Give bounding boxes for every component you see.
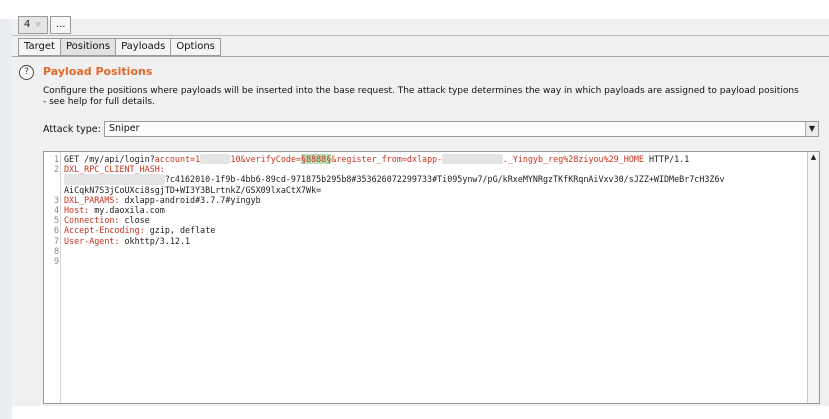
request-line-8: 8 [44, 246, 807, 256]
param-verify-code: 10&verifyCode= [230, 154, 302, 164]
line-number [44, 174, 61, 184]
tab-number-label: 4 [24, 19, 31, 30]
subtab-underline [12, 56, 829, 57]
section-description: Configure the positions where payloads w… [43, 86, 823, 108]
line-content: DXL_RPC_CLIENT_HASH: [61, 164, 165, 174]
intruder-tab-4[interactable]: 4 × [18, 16, 48, 34]
vertical-scrollbar[interactable]: ▲ [807, 152, 819, 403]
help-icon[interactable]: ? [19, 65, 34, 80]
http-version: HTTP/1.1 [643, 154, 690, 164]
intruder-tab-strip: 4 × ... [18, 16, 72, 34]
request-line-3: 3 DXL_PARAMS: dxlapp-android#3.7.7#yingy… [44, 195, 807, 205]
request-line-1: 1 GET /my/api/login?account=1██████10&ve… [44, 154, 807, 165]
tab-positions[interactable]: Positions [59, 38, 116, 56]
param-account: account=1 [154, 154, 201, 164]
line-content: ████████████████████?c4162010-1f9b-4bb6-… [61, 174, 725, 185]
left-strip [0, 19, 12, 419]
section-title: Payload Positions [43, 65, 153, 78]
request-editor[interactable]: 1 GET /my/api/login?account=1██████10&ve… [43, 151, 820, 404]
close-icon[interactable]: × [34, 17, 42, 33]
header-value: dxlapp-android#3.7.7#yingyb [119, 194, 261, 205]
header-name: DXL_RPC_CLIENT_HASH: [64, 164, 165, 175]
header-name: Connection: [64, 215, 120, 226]
header-name: Host: [64, 204, 90, 215]
header-value: my.daoxila.com [89, 204, 165, 215]
request-line-6: 6 Accept-Encoding: gzip, deflate [44, 225, 807, 235]
subtab-bar: Target Positions Payloads Options [18, 38, 221, 56]
line-content: Host: my.daoxila.com [61, 205, 165, 215]
description-line-1: Configure the positions where payloads w… [43, 86, 799, 96]
redacted-text: ██████ [200, 154, 231, 165]
line-number: 4 [53, 204, 59, 215]
line-content: GET /my/api/login?account=1██████10&veri… [61, 154, 690, 165]
line-number: 1 [53, 154, 59, 164]
attack-type-select[interactable]: Sniper ▼ [104, 121, 819, 137]
header-value: AiCqkN7S3jCoUXci8sgjTD+WI3Y3BLrtnkZ/GSX0… [64, 184, 322, 195]
top-bar [0, 0, 829, 19]
tab-target[interactable]: Target [18, 38, 60, 56]
param-register-from: &register_from=dxlapp- [331, 154, 443, 164]
request-line-2-cont-2: AiCqkN7S3jCoUXci8sgjTD+WI3Y3BLrtnkZ/GSX0… [44, 185, 807, 195]
param-register-suffix: ._Yingyb_reg%28ziyou%29_HOME [502, 154, 644, 164]
description-line-2: - see help for full details. [43, 97, 155, 107]
header-name: User-Agent: [64, 235, 120, 246]
bottom-strip [12, 406, 829, 419]
line-content: User-Agent: okhttp/3.12.1 [61, 236, 190, 246]
tab-options[interactable]: Options [170, 38, 221, 56]
request-line-2: 2 DXL_RPC_CLIENT_HASH: [44, 164, 807, 174]
line-number: 6 [53, 225, 59, 236]
request-line-4: 4 Host: my.daoxila.com [44, 205, 807, 215]
line-content [61, 256, 64, 266]
line-number: 3 [53, 194, 59, 205]
more-tabs-button[interactable]: ... [49, 16, 72, 34]
request-method-path: GET /my/api/login? [64, 154, 155, 164]
line-content: AiCqkN7S3jCoUXci8sgjTD+WI3Y3BLrtnkZ/GSX0… [61, 185, 321, 195]
line-content: Connection: close [61, 215, 150, 225]
attack-type-value: Sniper [109, 123, 140, 134]
tab-payloads[interactable]: Payloads [115, 38, 171, 56]
scroll-up-icon[interactable]: ▲ [809, 152, 818, 162]
line-content [61, 246, 64, 256]
request-lines: 1 GET /my/api/login?account=1██████10&ve… [44, 154, 807, 266]
request-line-7: 7 User-Agent: okhttp/3.12.1 [44, 236, 807, 246]
dropdown-arrow-icon[interactable]: ▼ [805, 122, 818, 136]
line-content: DXL_PARAMS: dxlapp-android#3.7.7#yingyb [61, 195, 261, 205]
request-line-2-cont-1: ████████████████████?c4162010-1f9b-4bb6-… [44, 174, 807, 185]
line-number: 5 [53, 215, 59, 226]
header-name: DXL_PARAMS: [64, 194, 120, 205]
request-line-5: 5 Connection: close [44, 215, 807, 225]
header-value: gzip, deflate [144, 225, 216, 236]
line-content: Accept-Encoding: gzip, deflate [61, 225, 215, 235]
header-name: Accept-Encoding: [64, 225, 145, 236]
payload-marker[interactable]: §8888§ [301, 154, 332, 164]
line-number: 2 [53, 164, 59, 175]
line-number: 9 [53, 255, 59, 266]
header-value: close [119, 215, 150, 226]
line-number [44, 185, 61, 195]
header-value: okhttp/3.12.1 [119, 235, 191, 246]
tab-divider [12, 35, 829, 36]
line-number: 8 [53, 245, 59, 256]
redacted-text: ████████████████████ [64, 174, 165, 185]
line-number: 7 [53, 235, 59, 246]
request-line-9: 9 [44, 256, 807, 266]
redacted-text: ████████████ [442, 154, 503, 165]
attack-type-label: Attack type: [43, 124, 101, 135]
header-value: ?c4162010-1f9b-4bb6-89cd-971875b295b8#35… [164, 174, 725, 185]
